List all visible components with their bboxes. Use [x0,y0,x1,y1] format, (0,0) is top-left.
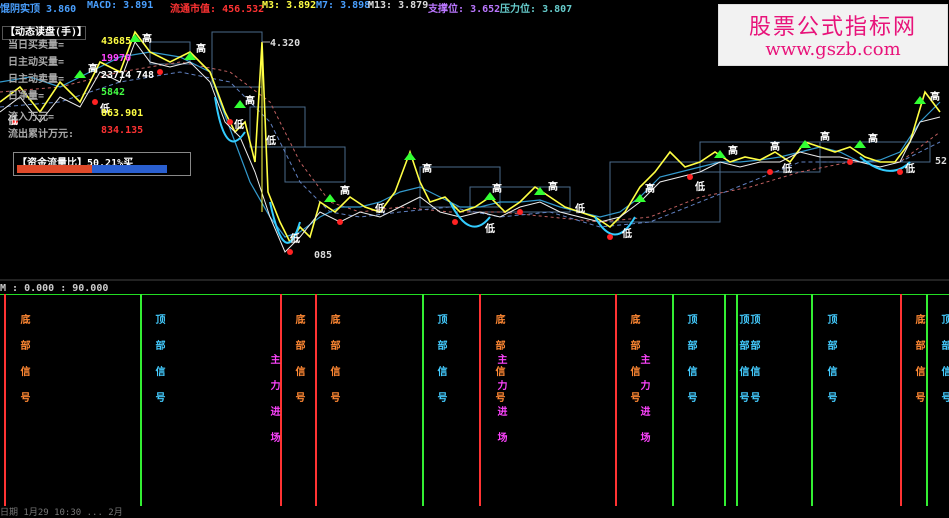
low-mark: 低 [694,180,705,193]
high-mark: 高 [868,132,878,145]
top-signal-text: 顶部信号 [748,314,759,418]
hdr-item-4: M7: 3.898 [316,0,371,11]
signal-panel[interactable]: 底部信号 顶部信号 主力进场 底部信号 底部信号 顶部信号 底部信号 主力进场 … [0,293,949,506]
info-value: 19970 [101,53,132,64]
low-mark: 低 [289,232,300,245]
info-label: 日主动买量= [8,57,65,68]
watermark-title: 股票公式指标网 [748,15,917,40]
high-mark: 高 [930,90,940,103]
info-value: 43685 [101,36,132,47]
low-mark: 低 [621,227,632,240]
high-mark: 高 [645,182,655,195]
fund-flow-box: 【资金流量比】50.21%买 [13,152,191,176]
low-mark: 低 [781,162,792,175]
info-label: 当日买卖量= [8,40,65,51]
high-mark: 高 [548,180,558,193]
top-signal-text: 顶部信号 [685,314,696,418]
info-value: 863.901 [101,108,144,119]
hdr-item-3: M3: 3.892 [262,0,317,11]
top-signal-text: 顶部信号 [939,314,949,418]
low-mark: 低 [904,162,915,175]
info-label: 日净量= [8,91,45,102]
sub-indicator-header: M : 0.000 : 90.000 [0,283,109,294]
top-signal-text: 顶部信号 [435,314,446,418]
top-signal-text: 顶部信号 [153,314,164,418]
info-label: 流入万元= [8,112,55,123]
hdr-item-5: M13: 3.879 [368,0,429,11]
high-mark: 高 [245,94,255,107]
right-price-label: 52 [935,156,947,167]
high-mark: 高 [492,182,502,195]
high-mark: 高 [770,140,780,153]
main-force-text: 主力进场 [495,354,506,458]
high-mark: 高 [142,32,152,45]
info-value: 5842 [101,87,126,98]
mid-price-label: 748 [136,70,154,81]
fund-flow-sell-bar [92,165,167,173]
main-force-text: 主力进场 [638,354,649,458]
low-mark: 低 [574,202,585,215]
fund-flow-buy-bar [17,165,92,173]
site-watermark: 股票公式指标网 www.gszb.com [718,4,948,66]
bottom-price-label: 085 [314,250,332,261]
main-force-text: 主力进场 [268,354,279,458]
high-mark: 高 [422,162,432,175]
low-mark: 低 [233,118,244,131]
bottom-signal-text: 底部信号 [18,314,29,418]
watermark-url: www.gszb.com [765,39,901,60]
low-mark: 低 [484,222,495,235]
low-mark: 低 [265,134,276,147]
bottom-signal-text: 底部信号 [293,314,304,418]
top-price-label: 4.320 [270,38,300,49]
high-mark: 高 [340,184,350,197]
high-mark: 高 [728,144,738,157]
high-mark: 高 [820,130,830,143]
info-value: 834.135 [101,125,144,136]
high-mark: 高 [196,42,206,55]
bottom-signal-text: 底部信号 [913,314,924,418]
bottom-signal-text: 底部信号 [328,314,339,418]
hdr-item-1: MACD: 3.891 [87,0,154,11]
info-value: 23714 [101,70,132,81]
high-mark: 高 [88,62,98,75]
info-label: 日主动卖量= [8,74,65,85]
info-label: 流出累计万元: [8,129,75,140]
signal-svg [0,293,949,506]
low-mark: 低 [374,202,385,215]
top-signal-text: 顶部信号 [825,314,836,418]
